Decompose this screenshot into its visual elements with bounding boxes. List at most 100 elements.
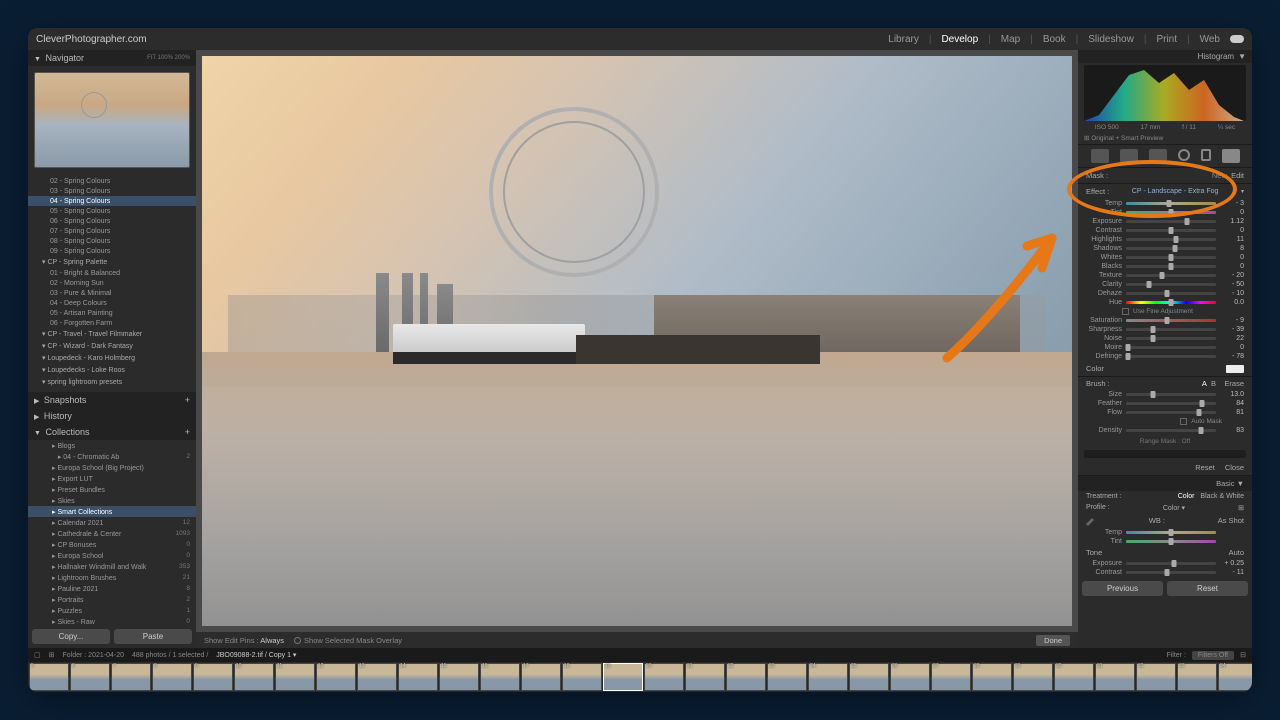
collection-item[interactable]: ▸ CP Bonuses0 — [28, 539, 196, 550]
module-library[interactable]: Library — [888, 34, 919, 45]
module-map[interactable]: Map — [1001, 34, 1020, 45]
preset-group[interactable]: ▾ Loupedeck - Karo Holmberg — [28, 352, 196, 364]
preset-item[interactable]: 03 - Pure & Minimal — [28, 288, 196, 298]
collection-item[interactable]: ▸ Skies — [28, 495, 196, 506]
slider-feather[interactable]: Feather84 — [1078, 399, 1252, 408]
brush-tool[interactable] — [1222, 149, 1240, 163]
mask-new[interactable]: New — [1212, 171, 1227, 180]
auto-tone-button[interactable]: Auto — [1229, 548, 1244, 557]
filmstrip-thumb[interactable]: 17 — [521, 663, 561, 691]
filmstrip-thumb[interactable]: 6 — [70, 663, 110, 691]
preset-item[interactable]: 03 - Spring Colours — [28, 186, 196, 196]
module-slideshow[interactable]: Slideshow — [1088, 34, 1134, 45]
filmstrip[interactable]: 5678910111213141516171819202122232425262… — [28, 662, 1252, 692]
filmstrip-thumb[interactable]: 32 — [1136, 663, 1176, 691]
filmstrip-thumb[interactable]: 8 — [152, 663, 192, 691]
collection-item[interactable]: ▸ Skies - Raw0 — [28, 616, 196, 625]
preset-item[interactable]: 09 - Spring Colours — [28, 246, 196, 256]
filmstrip-thumb[interactable]: 20 — [644, 663, 684, 691]
module-web[interactable]: Web — [1200, 34, 1220, 45]
treatment-color[interactable]: Color — [1178, 493, 1195, 500]
preset-item[interactable]: 08 - Spring Colours — [28, 236, 196, 246]
second-monitor-icon[interactable]: ▢ — [34, 651, 41, 659]
navigator-header[interactable]: ▼ Navigator FIT 100% 200% — [28, 50, 196, 66]
done-button[interactable]: Done — [1036, 635, 1070, 646]
preset-item[interactable]: 06 - Spring Colours — [28, 216, 196, 226]
slider-temp[interactable]: Temp — [1078, 528, 1252, 537]
filmstrip-thumb[interactable]: 18 — [562, 663, 602, 691]
effect-preset-dropdown[interactable]: CP - Landscape - Extra Fog — [1132, 188, 1219, 195]
filmstrip-thumb[interactable]: 29 — [1013, 663, 1053, 691]
slider-blacks[interactable]: Blacks0 — [1078, 262, 1252, 271]
filmstrip-thumb[interactable]: 19 — [603, 663, 643, 691]
collection-item[interactable]: ▸ Hallnaker Windmill and Walk353 — [28, 561, 196, 572]
preset-item[interactable]: 02 - Morning Sun — [28, 278, 196, 288]
preset-item[interactable]: 02 - Spring Colours — [28, 176, 196, 186]
grid-view-icon[interactable]: ⊞ — [49, 651, 55, 659]
snapshots-header[interactable]: ▶ Snapshots+ — [28, 392, 196, 408]
preset-item[interactable]: 04 - Deep Colours — [28, 298, 196, 308]
preset-item[interactable]: 07 - Spring Colours — [28, 226, 196, 236]
slider-noise[interactable]: Noise22 — [1078, 334, 1252, 343]
mask-reset-button[interactable]: Reset — [1195, 463, 1215, 472]
slider-shadows[interactable]: Shadows8 — [1078, 244, 1252, 253]
preset-item[interactable]: 04 - Spring Colours — [28, 196, 196, 206]
preset-group[interactable]: ▾ CP - Wizard - Dark Fantasy — [28, 340, 196, 352]
slider-whites[interactable]: Whites0 — [1078, 253, 1252, 262]
filmstrip-thumb[interactable]: 23 — [767, 663, 807, 691]
brush-b[interactable]: B — [1211, 379, 1216, 388]
module-print[interactable]: Print — [1156, 34, 1177, 45]
slider-contrast[interactable]: Contrast- 11 — [1078, 568, 1252, 577]
graduated-filter-tool[interactable] — [1178, 149, 1190, 161]
module-book[interactable]: Book — [1043, 34, 1066, 45]
slider-moire[interactable]: Moire0 — [1078, 343, 1252, 352]
collections-header[interactable]: ▼ Collections+ — [28, 424, 196, 440]
collection-item[interactable]: ▸ Calendar 202112 — [28, 517, 196, 528]
profile-dropdown[interactable]: Color ▾ — [1163, 504, 1185, 512]
redeye-tool[interactable] — [1149, 149, 1167, 163]
slider-defringe[interactable]: Defringe- 78 — [1078, 352, 1252, 361]
mask-overlay-checkbox[interactable]: Show Selected Mask Overlay — [294, 636, 402, 645]
navigator-thumbnail[interactable] — [34, 72, 190, 168]
slider-sharpness[interactable]: Sharpness- 39 — [1078, 325, 1252, 334]
slider-tint[interactable]: Tint0 — [1078, 208, 1252, 217]
sync-icon[interactable] — [1230, 35, 1244, 43]
treatment-bw[interactable]: Black & White — [1200, 493, 1244, 500]
wb-dropdown[interactable]: As Shot — [1218, 516, 1244, 526]
spot-tool[interactable] — [1120, 149, 1138, 163]
slider-highlights[interactable]: Highlights11 — [1078, 235, 1252, 244]
main-photo[interactable] — [202, 56, 1072, 626]
filter-lock-icon[interactable]: ⊟ — [1240, 651, 1246, 659]
collection-item[interactable]: ▸ Blogs — [28, 440, 196, 451]
filmstrip-thumb[interactable]: 31 — [1095, 663, 1135, 691]
preset-group[interactable]: ▾ CP - Travel - Travel Filmmaker — [28, 328, 196, 340]
collection-item[interactable]: ▸ 04 - Chromatic Ab2 — [28, 451, 196, 462]
filmstrip-thumb[interactable]: 13 — [357, 663, 397, 691]
histogram[interactable] — [1084, 65, 1246, 121]
slider-texture[interactable]: Texture- 20 — [1078, 271, 1252, 280]
collection-item[interactable]: ▸ Smart Collections — [28, 506, 196, 517]
preset-group[interactable]: ▾ spring lightroom presets — [28, 376, 196, 388]
preset-item[interactable]: 01 - Bright & Balanced — [28, 268, 196, 278]
filmstrip-thumb[interactable]: 26 — [890, 663, 930, 691]
collection-item[interactable]: ▸ Export LUT — [28, 473, 196, 484]
filmstrip-thumb[interactable]: 21 — [685, 663, 725, 691]
filmstrip-thumb[interactable]: 30 — [1054, 663, 1094, 691]
range-mask[interactable]: Range Mask : Off — [1078, 435, 1252, 448]
slider-size[interactable]: Size13.0 — [1078, 390, 1252, 399]
filmstrip-thumb[interactable]: 22 — [726, 663, 766, 691]
mask-close-button[interactable]: Close — [1225, 463, 1244, 472]
collection-item[interactable]: ▸ Preset Bundles — [28, 484, 196, 495]
filmstrip-thumb[interactable]: 24 — [808, 663, 848, 691]
basic-panel-header[interactable]: Basic ▼ — [1078, 476, 1252, 491]
preset-group[interactable]: ▾ CP - Spring Palette — [28, 256, 196, 268]
slider-exposure[interactable]: Exposure1.12 — [1078, 217, 1252, 226]
slider-temp[interactable]: Temp- 3 — [1078, 199, 1252, 208]
slider-clarity[interactable]: Clarity- 50 — [1078, 280, 1252, 289]
filmstrip-thumb[interactable]: 33 — [1177, 663, 1217, 691]
filmstrip-thumb[interactable]: 12 — [316, 663, 356, 691]
profile-browser-icon[interactable]: ⊞ — [1238, 504, 1244, 512]
collection-item[interactable]: ▸ Cathedrale & Center1093 — [28, 528, 196, 539]
fine-adjustment-checkbox[interactable]: Use Fine Adjustment — [1078, 307, 1252, 316]
filmstrip-thumb[interactable]: 27 — [931, 663, 971, 691]
